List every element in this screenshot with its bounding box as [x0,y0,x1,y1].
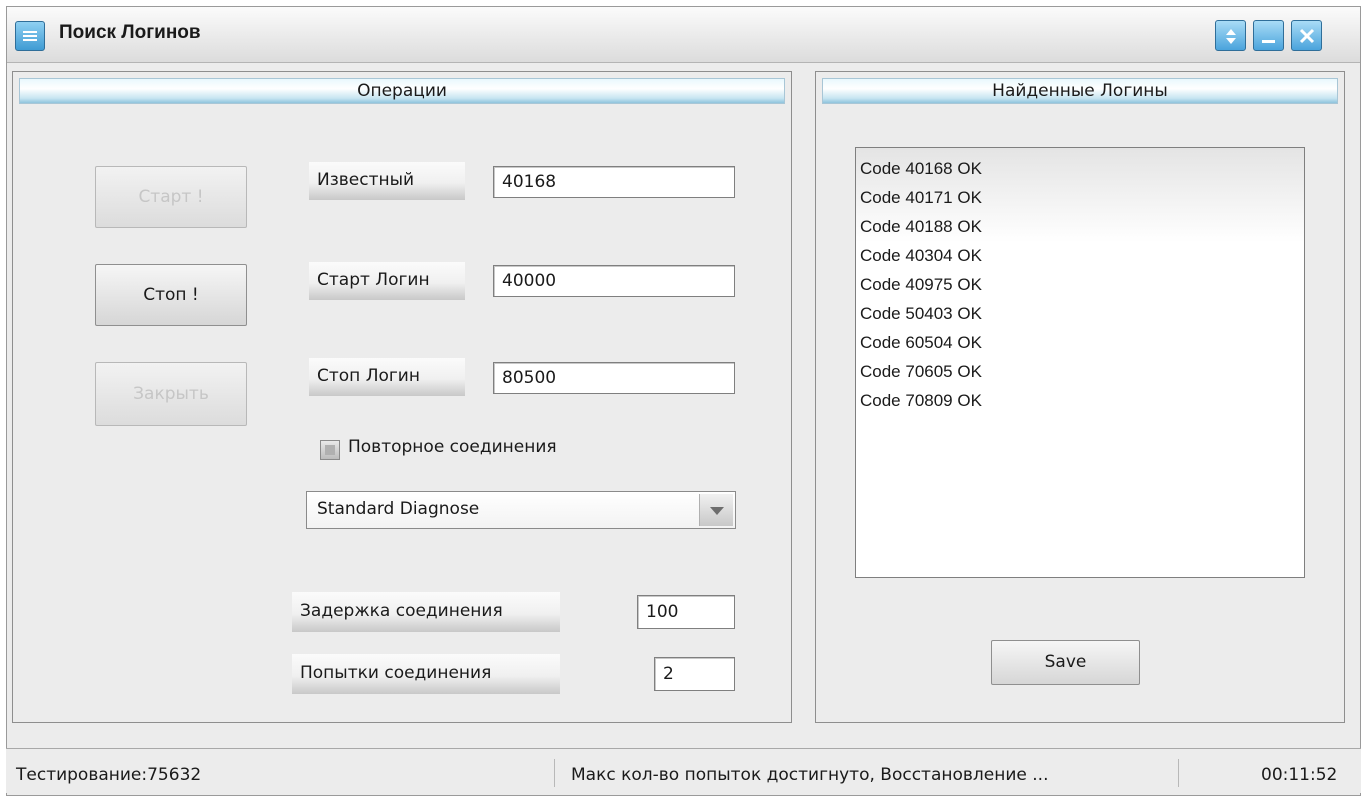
save-button[interactable]: Save [991,640,1140,685]
mode-select-value: Standard Diagnose [317,499,480,519]
up-down-arrows-icon [1226,29,1236,44]
known-label: Известный [309,162,465,200]
title-bar: Поиск Логинов [7,7,1360,63]
list-item[interactable]: Code 40975 OK [860,270,1304,299]
status-bar: Тестирование:75632 Макс кол-во попыток д… [6,748,1361,793]
app-list-icon[interactable] [15,21,45,51]
status-message: Макс кол-во попыток достигнуто, Восстано… [571,765,1049,785]
list-item[interactable]: Code 40304 OK [860,241,1304,270]
status-testing: Тестирование:75632 [16,765,202,785]
restore-button[interactable] [1215,20,1246,51]
close-button[interactable]: Закрыть [95,362,247,426]
list-item[interactable]: Code 40188 OK [860,212,1304,241]
close-icon [1299,28,1315,44]
status-separator [1178,759,1179,787]
delay-label: Задержка соединения [292,592,560,632]
start-login-input[interactable]: 40000 [493,265,735,297]
reconnect-checkbox[interactable] [320,440,340,460]
delay-input[interactable]: 100 [637,595,735,629]
attempts-input[interactable]: 2 [654,657,735,691]
stop-button[interactable]: Стоп ! [95,264,247,326]
close-window-button[interactable] [1291,20,1322,51]
mode-select[interactable]: Standard Diagnose [306,491,736,529]
list-item[interactable]: Code 70809 OK [860,386,1304,415]
attempts-label: Попытки соединения [292,654,560,694]
window-title: Поиск Логинов [59,22,201,43]
operations-header: Операции [19,78,785,104]
reconnect-label: Повторное соединения [348,437,557,457]
status-timer: 00:11:52 [1261,765,1338,785]
list-item[interactable]: Code 50403 OK [860,299,1304,328]
list-item[interactable]: Code 40168 OK [860,154,1304,183]
start-button[interactable]: Старт ! [95,166,247,228]
stop-login-label: Стоп Логин [309,358,465,396]
chevron-down-icon[interactable] [699,494,733,526]
found-logins-list[interactable]: Code 40168 OK Code 40171 OK Code 40188 O… [855,147,1305,578]
list-item[interactable]: Code 60504 OK [860,328,1304,357]
stop-login-input[interactable]: 80500 [493,362,735,394]
status-separator [554,759,555,787]
minimize-button[interactable] [1253,20,1284,51]
known-login-input[interactable]: 40168 [493,166,735,198]
found-logins-header: Найденные Логины [822,78,1338,104]
list-item[interactable]: Code 70605 OK [860,357,1304,386]
start-login-label: Старт Логин [309,262,465,300]
list-item[interactable]: Code 40171 OK [860,183,1304,212]
